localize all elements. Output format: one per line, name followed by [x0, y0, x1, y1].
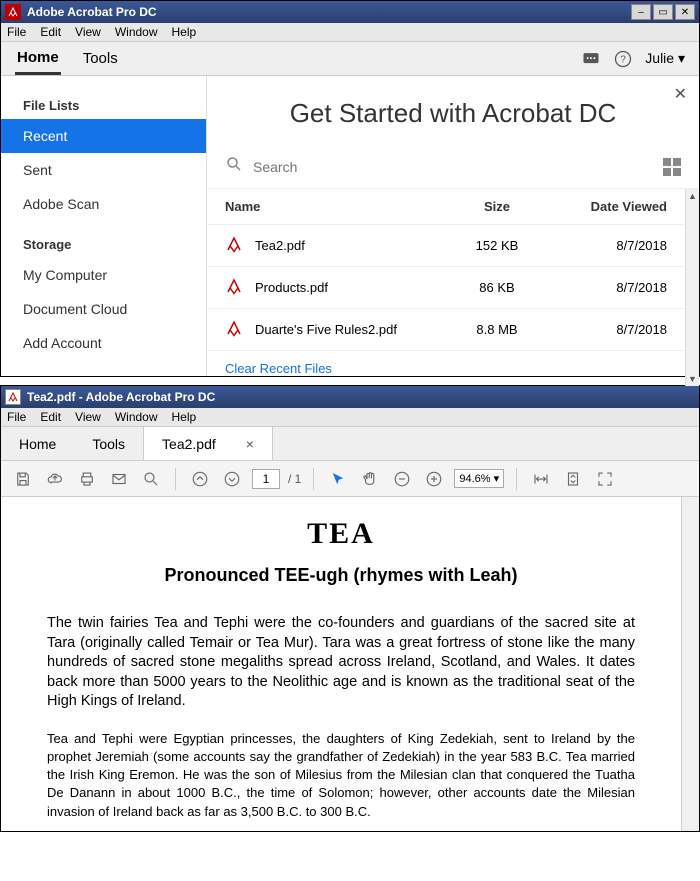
col-name[interactable]: Name — [225, 199, 447, 214]
toolbar: / 1 94.6% ▾ — [1, 461, 699, 497]
close-tab-icon[interactable]: × — [246, 436, 254, 452]
menu-file[interactable]: File — [7, 410, 26, 424]
maximize-button[interactable]: ▭ — [653, 4, 673, 20]
tab-tools[interactable]: Tools — [81, 44, 120, 73]
top-tabbar: Home Tools ? Julie ▾ — [1, 42, 699, 76]
search-icon — [225, 155, 243, 178]
menu-view[interactable]: View — [75, 410, 101, 424]
page-number-input[interactable] — [252, 469, 280, 489]
sidebar-item-sent[interactable]: Sent — [1, 153, 206, 187]
col-date[interactable]: Date Viewed — [547, 199, 667, 214]
page-total: / 1 — [288, 472, 301, 486]
close-panel-icon[interactable]: ✕ — [674, 84, 687, 104]
select-tool-icon[interactable] — [326, 467, 350, 491]
page-up-icon[interactable] — [188, 467, 212, 491]
pdf-icon — [225, 319, 243, 340]
scrollbar[interactable]: ▲ ▼ — [685, 189, 699, 386]
menu-file[interactable]: File — [7, 25, 26, 39]
grid-view-icon[interactable] — [663, 158, 681, 176]
user-menu[interactable]: Julie ▾ — [645, 50, 685, 67]
doc-paragraph: Tea and Tephi were Egyptian princesses, … — [47, 730, 635, 821]
sidebar-item-document-cloud[interactable]: Document Cloud — [1, 292, 206, 326]
fit-page-icon[interactable] — [561, 467, 585, 491]
document-body: TEA Pronounced TEE-ugh (rhymes with Leah… — [1, 497, 681, 831]
minimize-button[interactable]: – — [631, 4, 651, 20]
doc-tabbar: Home Tools Tea2.pdf × — [1, 427, 699, 461]
zoom-select[interactable]: 94.6% ▾ — [454, 469, 504, 488]
tools-panel-collapsed[interactable] — [681, 497, 699, 831]
tab-home[interactable]: Home — [1, 427, 74, 460]
menu-window[interactable]: Window — [115, 25, 158, 39]
sidebar-item-my-computer[interactable]: My Computer — [1, 258, 206, 292]
pdf-icon — [225, 277, 243, 298]
search-icon[interactable] — [139, 467, 163, 491]
hero-title: Get Started with Acrobat DC — [207, 76, 699, 149]
pdf-icon — [225, 235, 243, 256]
menubar: File Edit View Window Help — [1, 408, 699, 427]
document-window: Tea2.pdf - Adobe Acrobat Pro DC File Edi… — [0, 385, 700, 832]
doc-paragraph: The twin fairies Tea and Tephi were the … — [47, 614, 635, 712]
scroll-up-icon[interactable]: ▲ — [686, 189, 699, 203]
zoom-in-icon[interactable] — [422, 467, 446, 491]
notifications-icon[interactable] — [579, 47, 603, 71]
table-row[interactable]: Duarte's Five Rules2.pdf 8.8 MB 8/7/2018 — [207, 309, 685, 351]
menubar: File Edit View Window Help — [1, 23, 699, 42]
menu-edit[interactable]: Edit — [40, 25, 61, 39]
table-header: Name Size Date Viewed — [207, 189, 685, 225]
scroll-down-icon[interactable]: ▼ — [686, 372, 699, 386]
fit-width-icon[interactable] — [529, 467, 553, 491]
cloud-icon[interactable] — [43, 467, 67, 491]
hand-tool-icon[interactable] — [358, 467, 382, 491]
tab-document[interactable]: Tea2.pdf × — [143, 427, 273, 460]
main-panel: ✕ Get Started with Acrobat DC Name Size … — [207, 76, 699, 376]
tab-home[interactable]: Home — [15, 43, 61, 75]
menu-window[interactable]: Window — [115, 410, 158, 424]
print-icon[interactable] — [75, 467, 99, 491]
menu-help[interactable]: Help — [172, 25, 197, 39]
help-icon[interactable]: ? — [611, 47, 635, 71]
email-icon[interactable] — [107, 467, 131, 491]
clear-recent-link[interactable]: Clear Recent Files — [207, 351, 685, 386]
window-title: Adobe Acrobat Pro DC — [27, 5, 629, 19]
col-size[interactable]: Size — [447, 199, 547, 214]
start-window: Adobe Acrobat Pro DC – ▭ ✕ File Edit Vie… — [0, 0, 700, 377]
app-icon — [5, 389, 21, 405]
zoom-out-icon[interactable] — [390, 467, 414, 491]
sidebar-item-add-account[interactable]: Add Account — [1, 326, 206, 360]
titlebar: Tea2.pdf - Adobe Acrobat Pro DC — [1, 386, 699, 408]
tab-tools[interactable]: Tools — [74, 427, 143, 460]
fullscreen-icon[interactable] — [593, 467, 617, 491]
window-title: Tea2.pdf - Adobe Acrobat Pro DC — [27, 390, 695, 404]
sidebar-item-recent[interactable]: Recent — [1, 119, 206, 153]
page-down-icon[interactable] — [220, 467, 244, 491]
app-icon — [5, 4, 21, 20]
close-button[interactable]: ✕ — [675, 4, 695, 20]
sidebar-header-lists: File Lists — [1, 92, 206, 119]
table-row[interactable]: Products.pdf 86 KB 8/7/2018 — [207, 267, 685, 309]
sidebar-header-storage: Storage — [1, 231, 206, 258]
titlebar: Adobe Acrobat Pro DC – ▭ ✕ — [1, 1, 699, 23]
menu-view[interactable]: View — [75, 25, 101, 39]
svg-text:?: ? — [621, 54, 627, 65]
menu-help[interactable]: Help — [172, 410, 197, 424]
doc-subtitle: Pronounced TEE-ugh (rhymes with Leah) — [47, 565, 635, 586]
doc-title: TEA — [47, 517, 635, 551]
menu-edit[interactable]: Edit — [40, 410, 61, 424]
search-input[interactable] — [253, 159, 663, 175]
sidebar-item-adobe-scan[interactable]: Adobe Scan — [1, 187, 206, 221]
table-row[interactable]: Tea2.pdf 152 KB 8/7/2018 — [207, 225, 685, 267]
save-icon[interactable] — [11, 467, 35, 491]
sidebar: File Lists Recent Sent Adobe Scan Storag… — [1, 76, 207, 376]
